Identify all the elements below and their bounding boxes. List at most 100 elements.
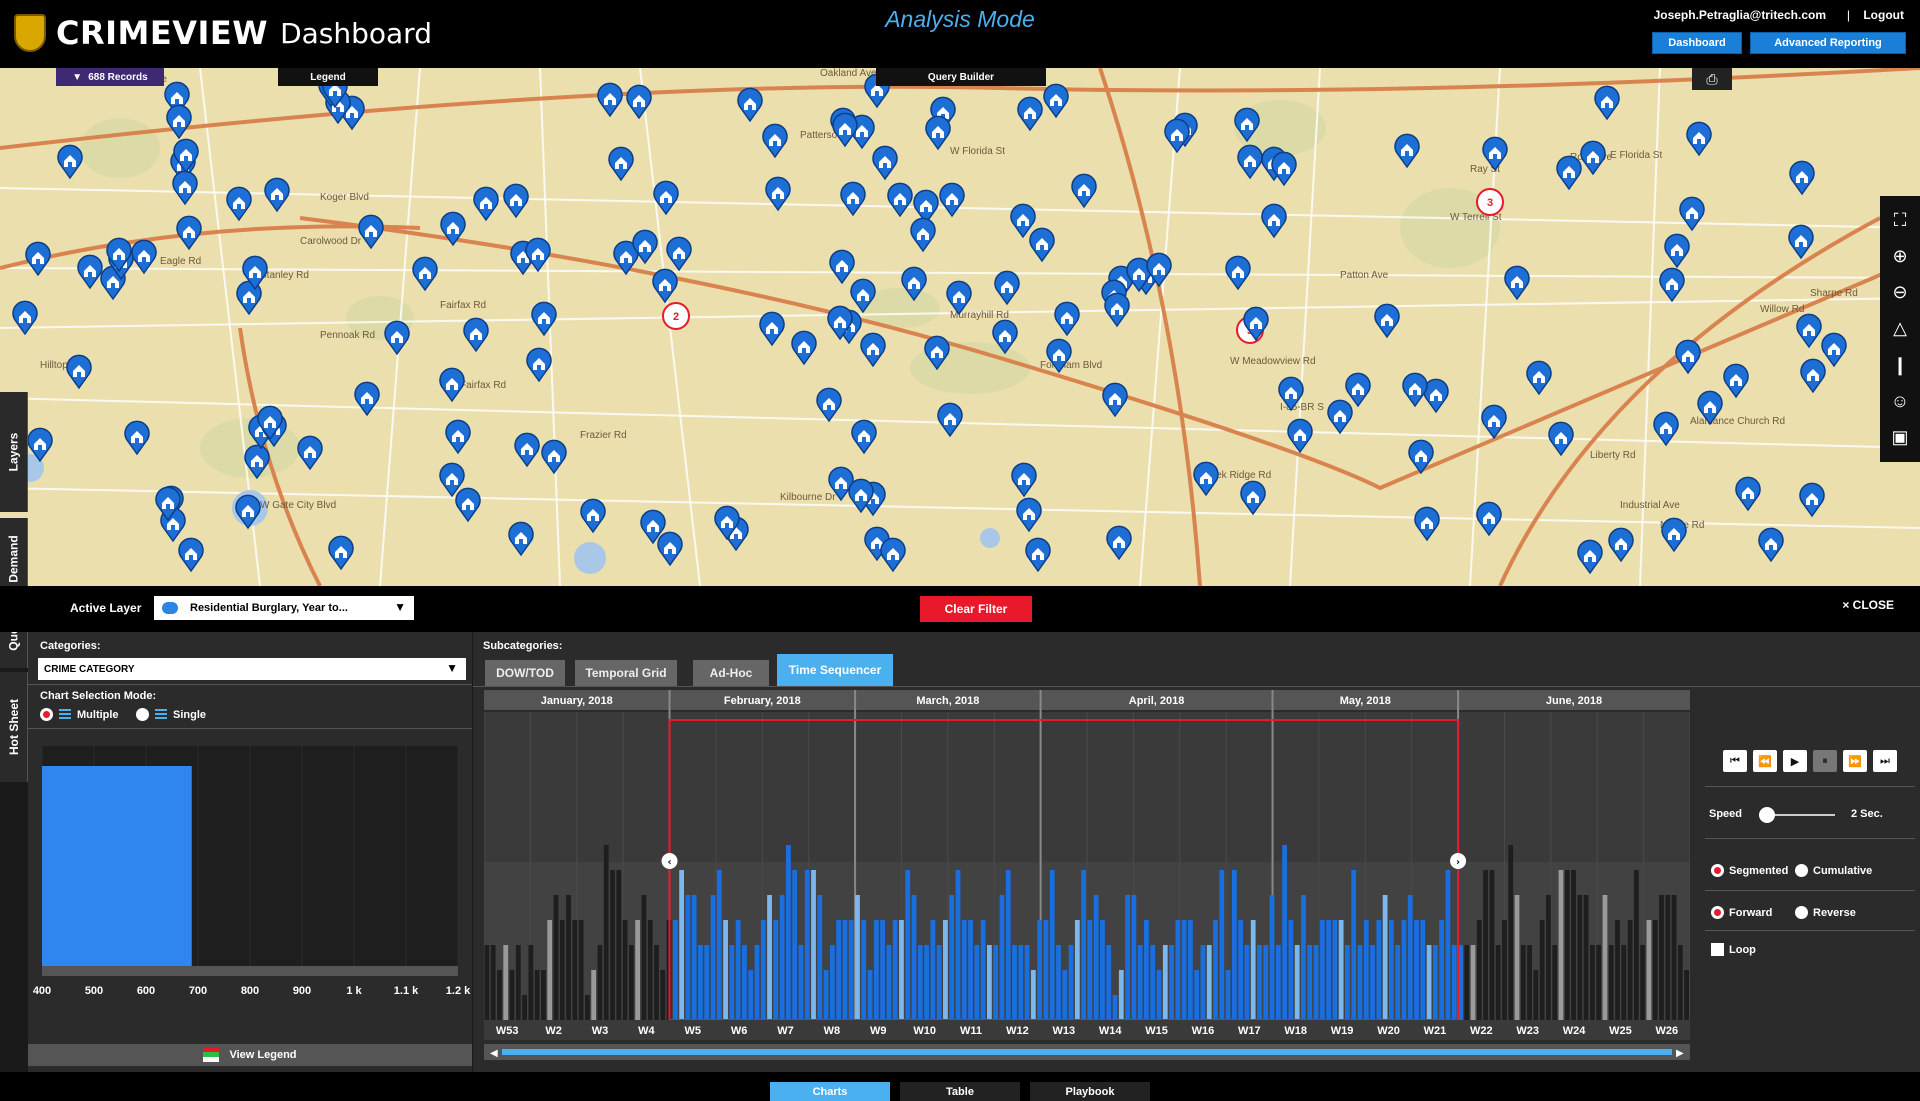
burglary-pin-icon[interactable] <box>630 229 660 265</box>
week-day-bar[interactable] <box>1633 870 1639 1020</box>
burglary-pin-icon[interactable] <box>501 183 531 219</box>
week-day-bar[interactable] <box>603 845 609 1020</box>
radio-forward[interactable] <box>1711 906 1724 919</box>
burglary-pin-icon[interactable] <box>438 211 468 247</box>
week-day-bar[interactable] <box>1030 970 1036 1020</box>
week-day-bar[interactable] <box>1552 945 1558 1020</box>
loop-checkbox[interactable] <box>1711 943 1724 956</box>
burglary-pin-icon[interactable] <box>1069 173 1099 209</box>
week-day-bar[interactable] <box>949 895 955 1020</box>
week-day-bar[interactable] <box>1345 945 1350 1020</box>
burglary-pin-icon[interactable] <box>595 82 625 118</box>
map-view[interactable]: W Wendover AveOakland AvePatterson StKog… <box>0 68 1920 586</box>
range-start-handle[interactable]: ‹ <box>661 853 678 869</box>
burglary-pin-icon[interactable] <box>1052 301 1082 337</box>
week-day-bar[interactable] <box>1326 920 1331 1020</box>
burglary-pin-icon[interactable] <box>1014 497 1044 533</box>
burglary-pin-icon[interactable] <box>1575 539 1605 575</box>
burglary-pin-icon[interactable] <box>1794 313 1824 349</box>
map-canvas[interactable]: W Wendover AveOakland AvePatterson StKog… <box>0 68 1920 586</box>
week-day-bar[interactable] <box>716 870 722 1020</box>
week-day-bar[interactable] <box>1451 945 1457 1020</box>
burglary-pin-icon[interactable] <box>899 266 929 302</box>
burglary-pin-icon[interactable] <box>240 255 270 291</box>
week-day-bar[interactable] <box>968 920 973 1020</box>
step-forward-button[interactable]: ⏩ <box>1843 750 1867 772</box>
zoom-out-button[interactable]: ⊖ <box>1885 278 1915 308</box>
week-day-bar[interactable] <box>490 945 496 1020</box>
burglary-pin-icon[interactable] <box>1144 252 1174 288</box>
logout-link[interactable]: Logout <box>1863 8 1904 22</box>
expand-button[interactable]: ⛶ <box>1885 205 1915 235</box>
week-day-bar[interactable] <box>999 895 1005 1020</box>
burglary-pin-icon[interactable] <box>524 347 554 383</box>
burglary-pin-icon[interactable] <box>1285 418 1315 454</box>
week-day-bar[interactable] <box>1357 945 1363 1020</box>
week-day-bar[interactable] <box>1439 920 1445 1020</box>
week-day-bar[interactable] <box>1118 970 1124 1020</box>
tab-ad-hoc[interactable]: Ad-Hoc <box>693 660 769 686</box>
week-day-bar[interactable] <box>484 945 490 1020</box>
clear-filter-button[interactable]: Clear Filter <box>920 596 1032 622</box>
week-day-bar[interactable] <box>1144 920 1149 1020</box>
week-day-bar[interactable] <box>873 920 879 1020</box>
burglary-pin-icon[interactable] <box>944 280 974 316</box>
burglary-pin-icon[interactable] <box>1015 96 1045 132</box>
burglary-pin-icon[interactable] <box>1662 233 1692 269</box>
burglary-pin-icon[interactable] <box>1008 203 1038 239</box>
burglary-pin-icon[interactable] <box>1524 360 1554 396</box>
week-day-bar[interactable] <box>1602 895 1608 1020</box>
scroll-left-icon[interactable]: ◀ <box>490 1048 498 1059</box>
bookmark-button[interactable]: ❙ <box>1885 350 1915 380</box>
burglary-pin-icon[interactable] <box>1009 462 1039 498</box>
tab-time-sequencer[interactable]: Time Sequencer <box>777 654 893 686</box>
week-day-bar[interactable] <box>1338 920 1344 1020</box>
burglary-pin-icon[interactable] <box>624 84 654 120</box>
legend-tab[interactable]: Legend <box>278 68 378 86</box>
week-day-bar[interactable] <box>1395 945 1401 1020</box>
burglary-pin-icon[interactable] <box>1238 480 1268 516</box>
burglary-pin-icon[interactable] <box>506 521 536 557</box>
week-day-bar[interactable] <box>767 895 772 1020</box>
week-day-bar[interactable] <box>1250 920 1256 1020</box>
week-day-bar[interactable] <box>1231 870 1237 1020</box>
burglary-pin-icon[interactable] <box>1684 121 1714 157</box>
burglary-pin-icon[interactable] <box>1786 224 1816 260</box>
week-day-bar[interactable] <box>710 895 716 1020</box>
week-day-bar[interactable] <box>654 945 659 1020</box>
category-bar-chart[interactable]: 400 500 600 700 800 900 1 k 1.1 k 1.2 k <box>28 736 472 1036</box>
layers-side-tab[interactable]: Layers <box>0 392 28 512</box>
week-day-bar[interactable] <box>1495 945 1501 1020</box>
week-day-bar[interactable] <box>855 895 860 1020</box>
week-day-bar[interactable] <box>509 970 515 1020</box>
week-day-bar[interactable] <box>635 920 641 1020</box>
burglary-pin-icon[interactable] <box>992 270 1022 306</box>
burglary-pin-icon[interactable] <box>1787 160 1817 196</box>
week-day-bar[interactable] <box>679 870 684 1020</box>
pause-button[interactable]: ⏸ <box>1813 750 1837 772</box>
burglary-pin-icon[interactable] <box>908 217 938 253</box>
week-day-bar[interactable] <box>616 870 622 1020</box>
burglary-pin-icon[interactable] <box>1235 144 1265 180</box>
burglary-pin-icon[interactable] <box>1606 527 1636 563</box>
burglary-pin-icon[interactable] <box>1102 292 1132 328</box>
week-day-bar[interactable] <box>1093 895 1099 1020</box>
advanced-reporting-button[interactable]: Advanced Reporting <box>1750 32 1906 54</box>
active-layer-select[interactable]: Residential Burglary, Year to... ▼ <box>154 596 414 620</box>
burglary-pin-icon[interactable] <box>1479 404 1509 440</box>
burglary-pin-icon[interactable] <box>1100 382 1130 418</box>
week-day-bar[interactable] <box>1640 945 1646 1020</box>
burglary-pin-icon[interactable] <box>1756 527 1786 563</box>
week-day-bar[interactable] <box>836 920 842 1020</box>
week-day-bar[interactable] <box>1301 895 1306 1020</box>
burglary-pin-icon[interactable] <box>443 419 473 455</box>
burglary-pin-icon[interactable] <box>352 381 382 417</box>
week-day-bar[interactable] <box>911 895 917 1020</box>
week-day-bar[interactable] <box>1263 945 1269 1020</box>
week-day-bar[interactable] <box>729 945 735 1020</box>
incident-cluster[interactable]: 2 <box>662 302 690 330</box>
range-end-handle[interactable]: › <box>1450 853 1467 869</box>
week-day-bar[interactable] <box>1621 945 1627 1020</box>
burglary-pin-icon[interactable] <box>122 420 152 456</box>
week-day-bar[interactable] <box>1476 920 1482 1020</box>
